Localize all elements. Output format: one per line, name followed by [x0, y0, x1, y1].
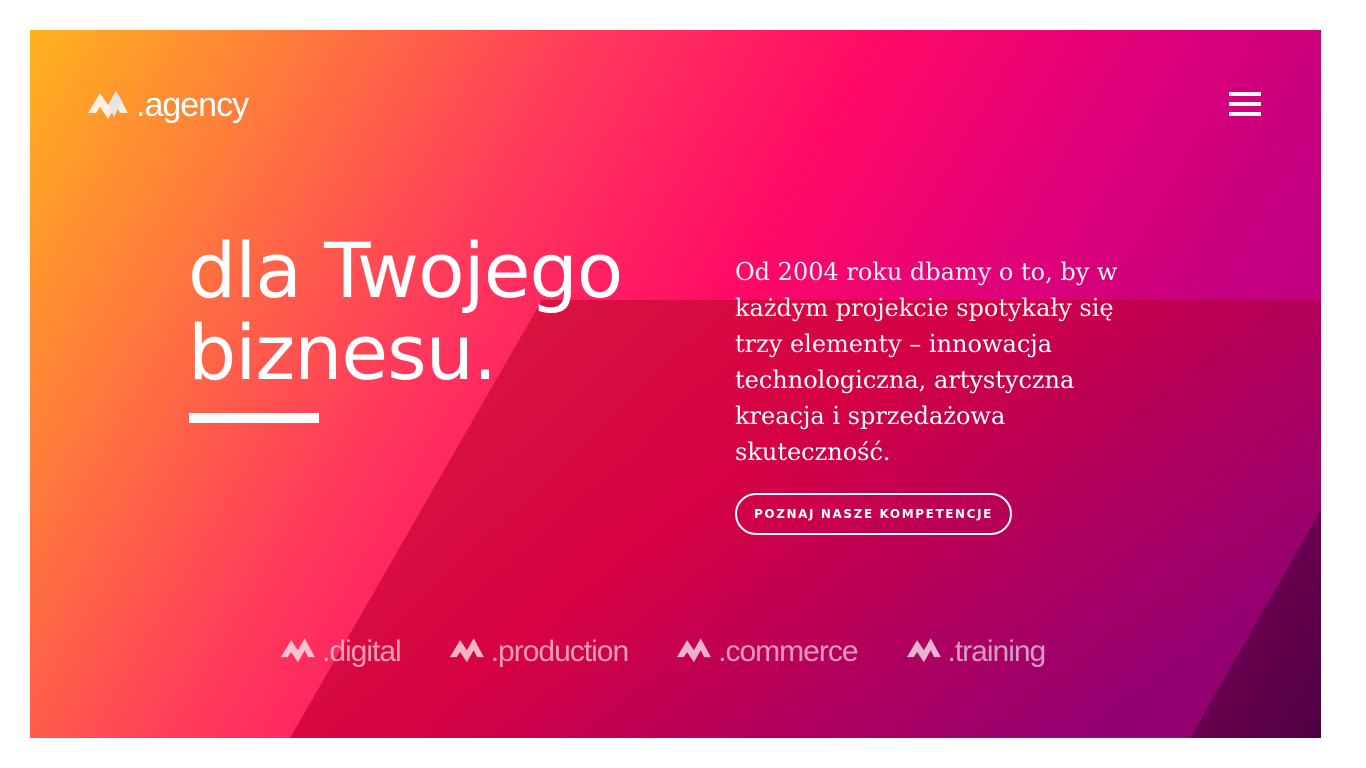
subbrand-links: .digital .production .commerce .training	[280, 635, 1046, 669]
logo-mark-icon	[449, 638, 484, 663]
headline-underline	[189, 413, 319, 423]
hero-description: Od 2004 roku dbamy o to, by w każdym pro…	[735, 254, 1155, 470]
competencies-button[interactable]: POZNAJ NASZE KOMPETENCJE	[735, 493, 1012, 535]
description-separator-1: ,	[918, 366, 934, 394]
subbrand-digital-link[interactable]: .digital	[280, 635, 402, 669]
hero-headline: dla Twojego biznesu.	[188, 226, 623, 397]
subbrand-production-link[interactable]: .production	[449, 635, 629, 669]
logo-mark-icon	[88, 91, 128, 119]
agency-logo[interactable]: .agency	[88, 85, 249, 127]
description-intro: Od 2004 roku dbamy o to, by w każdym pro…	[735, 258, 1118, 358]
subbrand-label: .training	[947, 635, 1047, 668]
subbrand-label: .production	[490, 635, 629, 668]
subbrand-training-link[interactable]: .training	[906, 635, 1046, 669]
logo-mark-icon	[677, 638, 712, 663]
headline-line-1: dla Twojego	[188, 226, 623, 315]
subbrand-label: .digital	[322, 635, 402, 668]
description-end: .	[882, 438, 891, 466]
logo-text: .agency	[136, 85, 249, 124]
description-separator-2: i	[824, 402, 848, 430]
logo-mark-icon	[906, 638, 941, 663]
logo-mark-icon	[280, 638, 315, 663]
headline-line-2: biznesu.	[188, 308, 497, 397]
hero-section: .agency dla Twojego biznesu. Od 2004 rok…	[30, 30, 1321, 738]
hamburger-menu-icon[interactable]	[1229, 92, 1261, 118]
subbrand-label: .commerce	[718, 635, 858, 668]
subbrand-commerce-link[interactable]: .commerce	[676, 635, 859, 669]
